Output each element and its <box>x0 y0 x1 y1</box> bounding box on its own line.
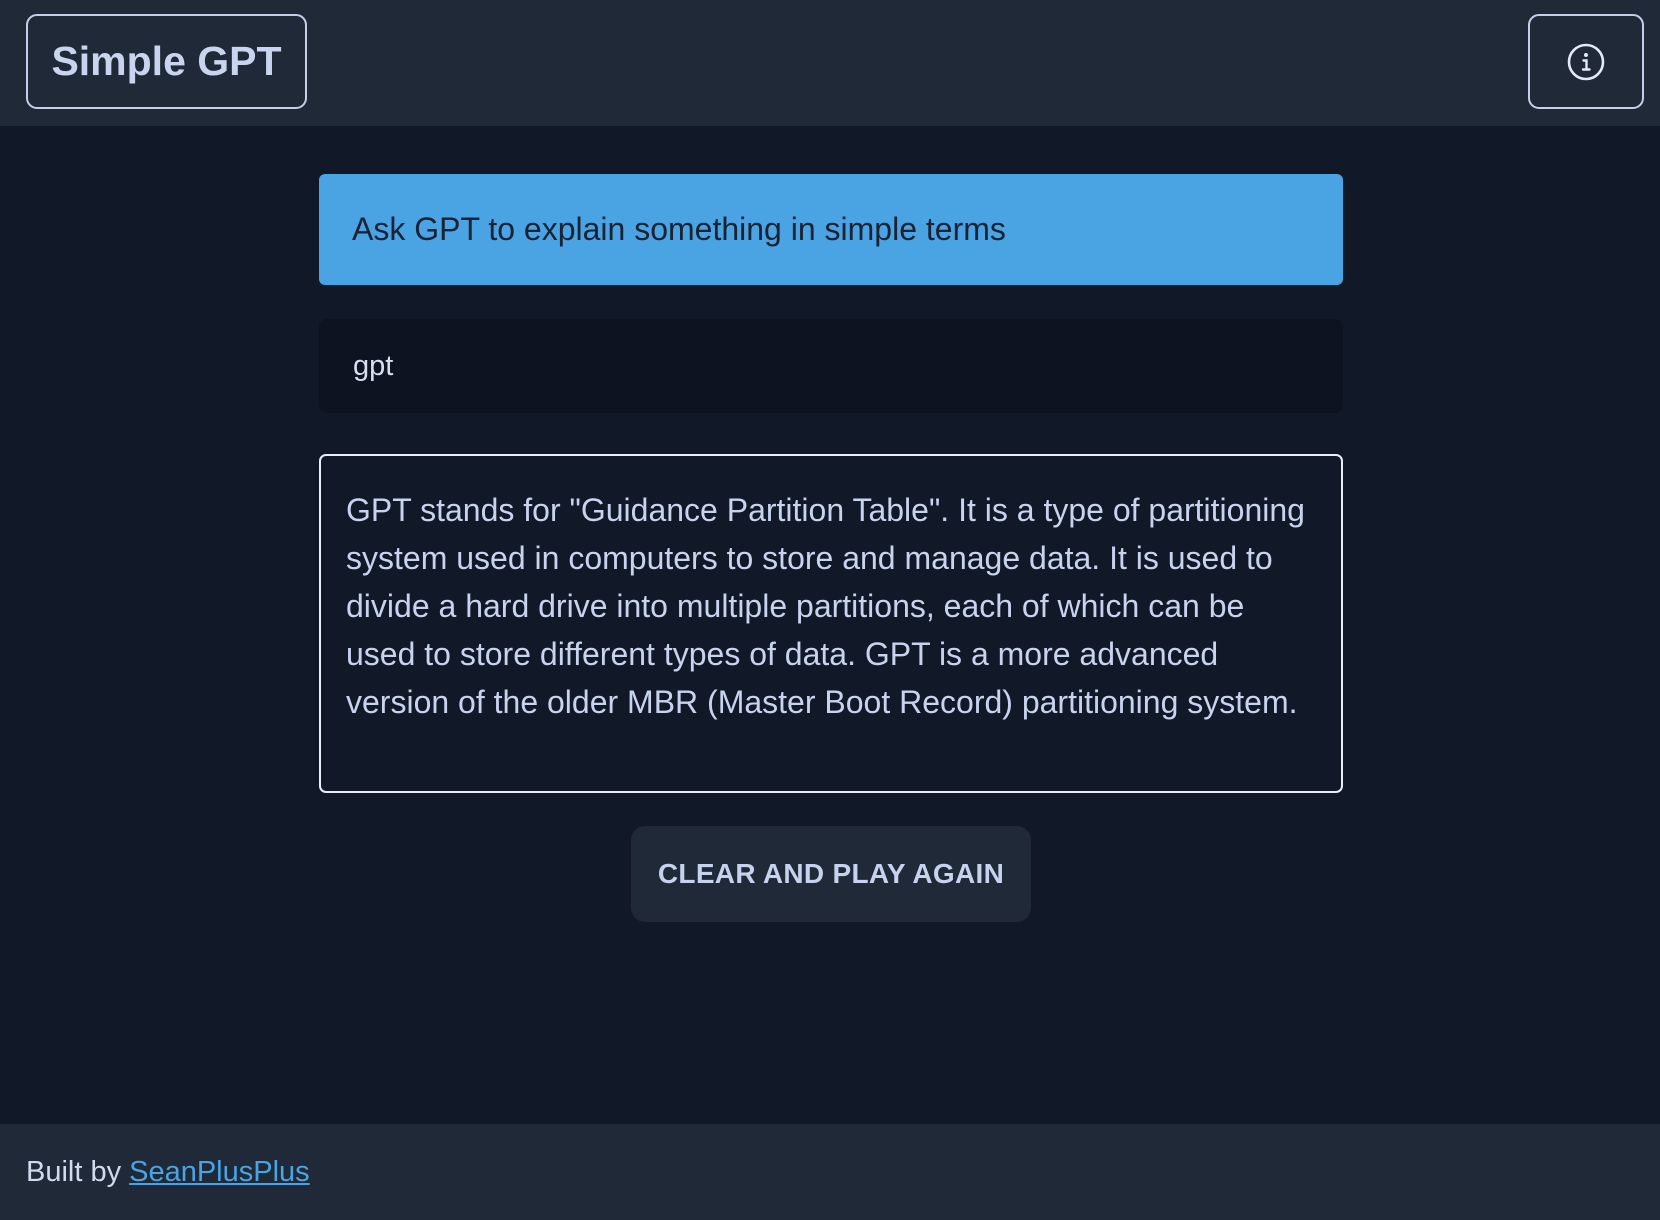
answer-box: GPT stands for "Guidance Partition Table… <box>319 454 1343 793</box>
info-circle-icon <box>1567 43 1605 80</box>
answer-text: GPT stands for "Guidance Partition Table… <box>346 492 1305 720</box>
brand-label: Simple GPT <box>51 38 282 84</box>
prompt-banner-text: Ask GPT to explain something in simple t… <box>352 211 1006 247</box>
app-header: Simple GPT <box>0 0 1660 126</box>
footer: Built by SeanPlusPlus <box>0 1124 1660 1220</box>
clear-and-play-again-button[interactable]: CLEAR AND PLAY AGAIN <box>631 826 1031 922</box>
prompt-banner: Ask GPT to explain something in simple t… <box>319 174 1343 285</box>
built-by-text: Built by <box>26 1155 122 1188</box>
brand-button[interactable]: Simple GPT <box>26 14 307 109</box>
author-link[interactable]: SeanPlusPlus <box>129 1156 310 1189</box>
info-button[interactable] <box>1528 14 1644 109</box>
query-input[interactable] <box>319 319 1343 413</box>
